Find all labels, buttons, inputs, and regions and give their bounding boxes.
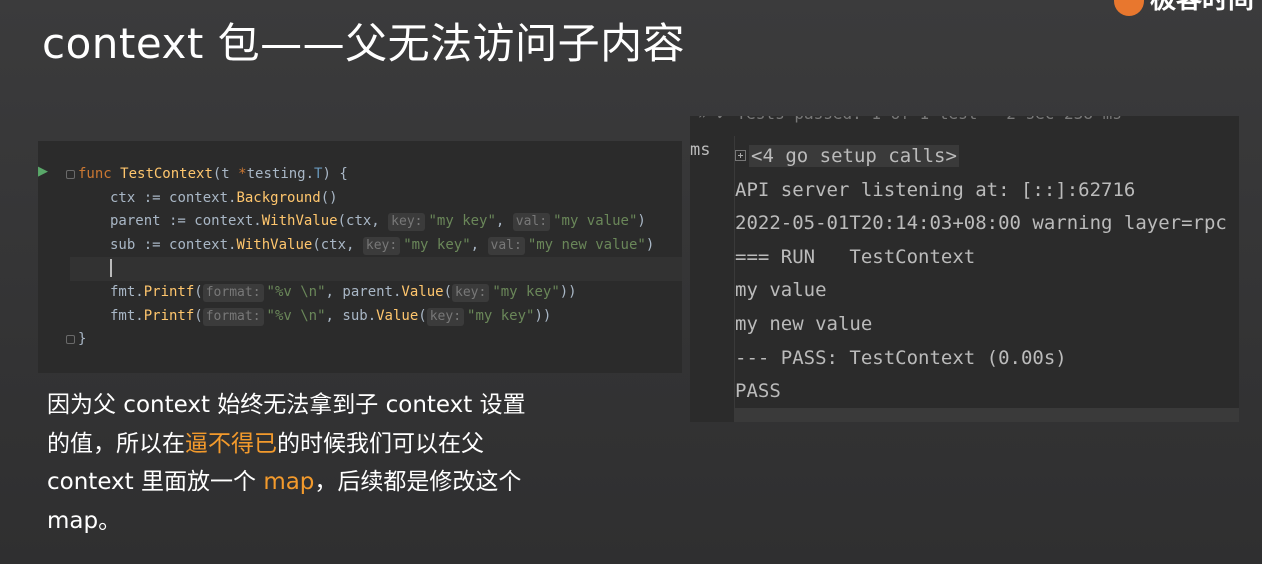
code-editor[interactable]: ▶ func TestContext(t *testing.T) { ctx :… [38,141,682,373]
output-line: === RUN TestContext [735,245,976,268]
function-call: Printf [143,283,195,300]
caption-highlight: 逼不得已 [185,430,277,457]
string-literal: "my key" [403,236,471,253]
code-line: sub := context.WithValue(ctx, key: "my ke… [78,234,682,258]
function-call: Background [236,189,321,206]
param-hint: val: [487,236,525,255]
code-token: ( [443,283,452,300]
code-token: context. [194,213,262,230]
code-line-current[interactable] [70,257,682,281]
test-output-console[interactable]: » ✔ Tests passed: 1 of 1 test – 2 sec 23… [690,116,1239,422]
code-token: testing. [246,166,315,182]
text-caret [110,259,112,278]
function-call: Value [376,307,419,324]
setup-calls-line[interactable]: <4 go setup calls> [735,140,1239,174]
slide-title: context 包——父无法访问子内容 [42,19,686,68]
code-token: (ctx, [312,236,363,253]
output-line: my value [735,279,827,302]
param-hint: key: [426,307,465,326]
console-output-lines: <4 go setup calls> API server listening … [735,140,1239,409]
string-literal: "my key" [492,283,560,300]
brand-logo: 极客时间 [1113,0,1254,16]
code-token: ( [194,283,203,300]
string-literal: "my new value" [527,236,646,253]
function-name: TestContext [120,166,213,182]
code-token: ctx := [110,189,170,206]
horizontal-scrollbar[interactable] [735,408,1239,422]
code-line: fmt.Printf(format: "%v \n", parent.Value(… [78,281,682,305]
logo-text: 极客时间 [1150,0,1254,16]
fold-close-icon[interactable] [66,335,75,344]
param-hint: val: [512,213,551,232]
code-token: sub := [110,236,170,253]
expand-icon[interactable] [735,150,746,161]
function-call: Printf [143,307,195,324]
code-token: ) [645,236,655,253]
code-token: fmt. [110,307,144,324]
code-line: parent := context.WithValue(ctx, key: "my… [78,210,682,234]
string-literal: "%v \n" [266,283,326,300]
param-hint: key: [452,283,490,302]
string-literal: "my key" [467,307,535,324]
code-token: ) { [322,166,348,182]
output-line: 2022-05-01T20:14:03+08:00 warning layer=… [735,212,1227,235]
output-line: --- PASS: TestContext (0.00s) [735,346,1067,369]
code-token: () [320,189,338,206]
code-token: fmt. [110,283,144,300]
param-hint: key: [362,236,401,255]
console-time-label: ms [690,140,711,160]
code-token: ( [194,307,203,324]
code-line: func TestContext(t *testing.T) { [78,163,682,187]
output-line: my new value [735,312,873,335]
code-line: fmt.Printf(format: "%v \n", sub.Value(key… [78,305,682,329]
code-token: parent := [110,213,195,230]
code-token: ( [418,307,427,324]
param-hint: key: [388,213,426,232]
code-lines: func TestContext(t *testing.T) { ctx := … [70,163,682,352]
logo-mark-icon [1113,0,1144,16]
fold-open-icon[interactable] [66,170,75,179]
string-literal: "%v \n" [266,307,326,324]
code-token: , sub. [325,307,377,324]
keyword: func [78,166,112,182]
code-token: context. [169,189,237,206]
code-token: )) [534,307,552,324]
code-token: , parent. [325,283,402,300]
run-test-icon[interactable]: ▶ [38,165,52,179]
code-line: ctx := context.Background() [78,187,682,211]
caption-paragraph: 因为父 context 始终无法拿到子 context 设置的值，所以在逼不得已… [47,386,537,540]
code-token: ) [637,213,646,230]
code-token: context. [169,236,237,253]
function-call: WithValue [236,236,313,253]
code-token: * [238,166,247,182]
function-call: WithValue [261,213,338,230]
output-line: PASS [735,380,781,403]
code-token: , [495,213,513,230]
function-call: Value [401,283,444,300]
tests-passed-header: » ✔ Tests passed: 1 of 1 test – 2 sec 23… [690,116,1239,124]
param-hint: format: [202,283,264,302]
code-token: , [470,236,488,253]
param-hint: format: [202,307,264,326]
code-token: (t [212,166,239,182]
caption-highlight: map [263,469,315,495]
string-literal: "my key" [428,213,496,230]
code-token: } [78,331,87,348]
code-token: )) [559,283,577,300]
output-line: API server listening at: [::]:62716 [735,178,1136,201]
code-line: } [78,328,682,352]
string-literal: "my value" [553,213,638,230]
setup-calls-label[interactable]: <4 go setup calls> [749,145,959,167]
code-token: (ctx, [337,213,389,230]
